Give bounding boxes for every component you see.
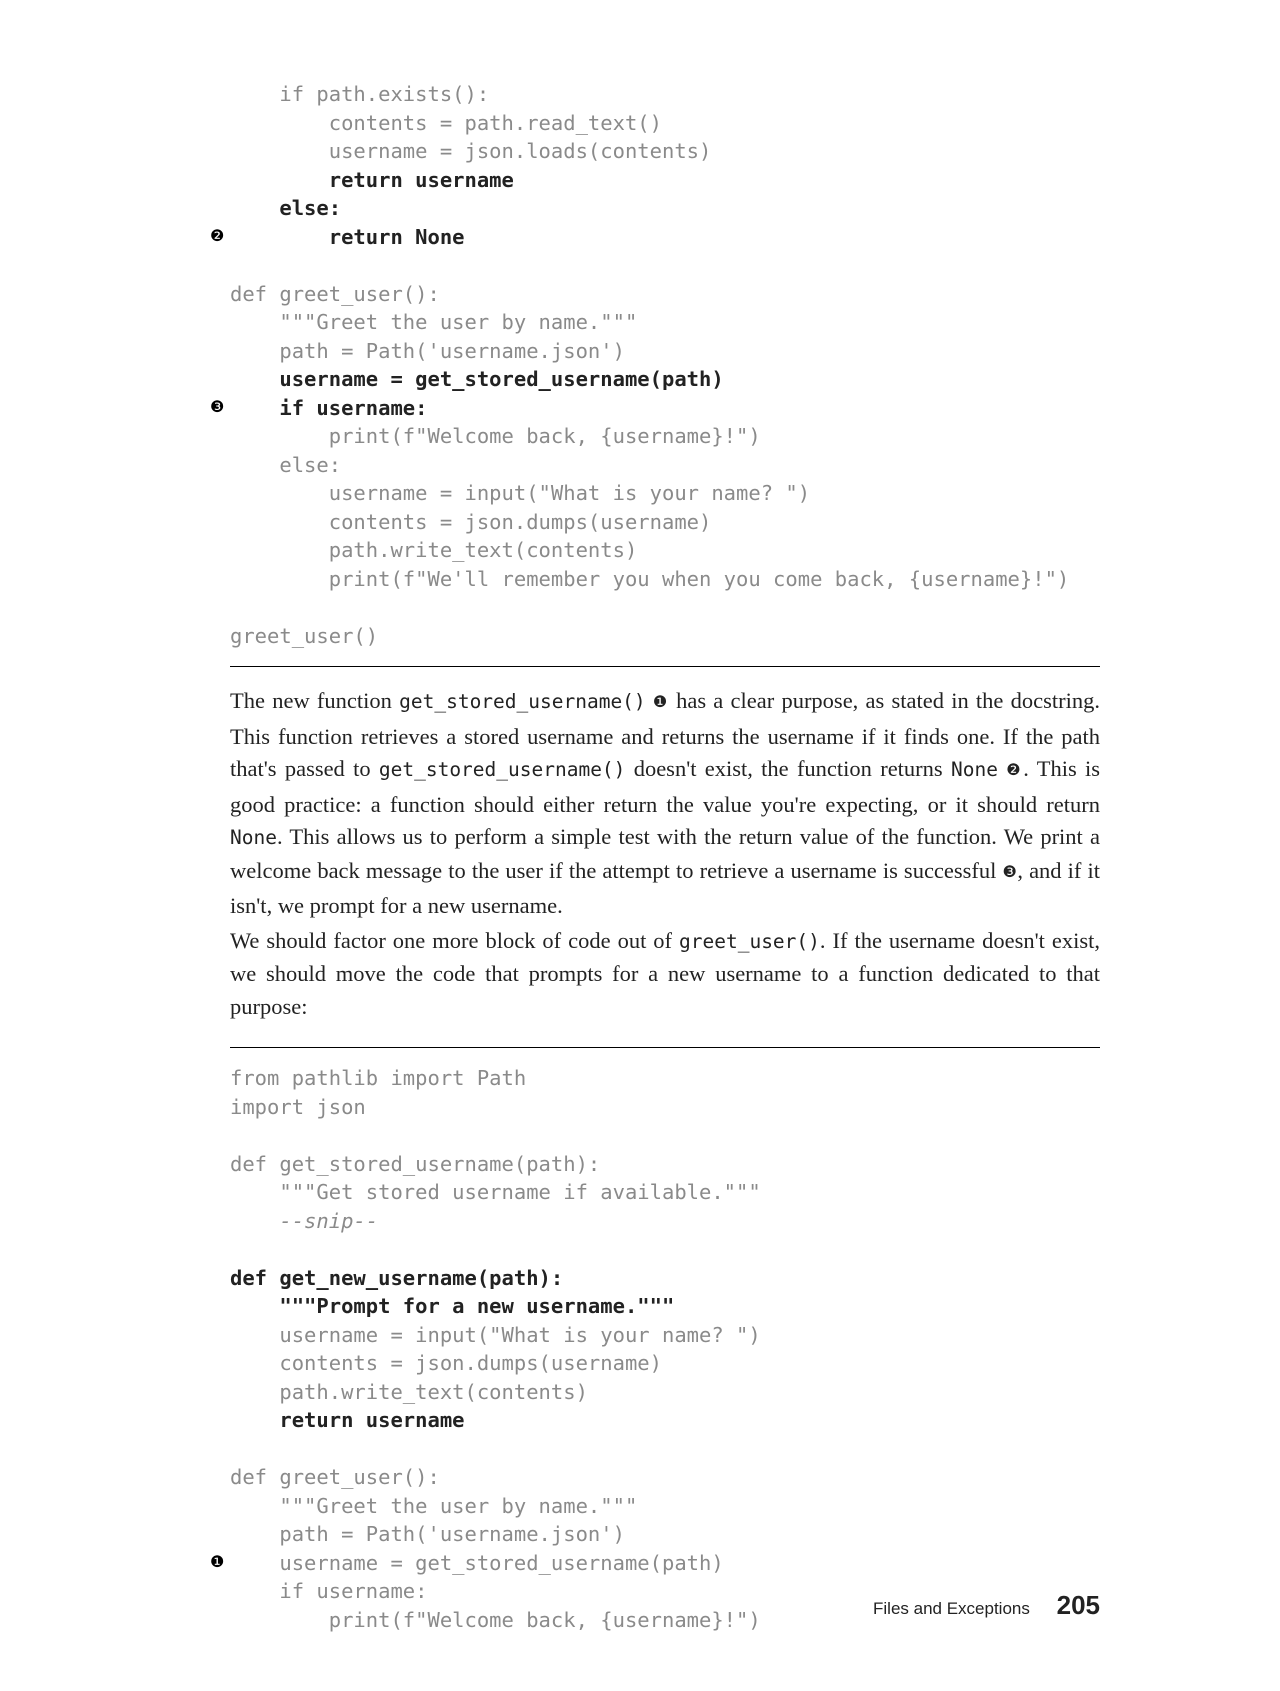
text: We should factor one more block of code … [230,928,679,953]
code-line: contents = json.dumps(username) [230,1349,1100,1378]
page: if path.exists(): contents = path.read_t… [0,0,1280,1691]
page-number: 205 [1057,1590,1100,1620]
code-blank [230,1121,1100,1150]
space [998,756,1006,781]
code-line: else: [230,194,1100,223]
code-line: username = input("What is your name? ") [230,1321,1100,1350]
code-listing-1: if path.exists(): contents = path.read_t… [230,80,1100,667]
code-line: print(f"We'll remember you when you come… [230,565,1100,594]
code-blank [230,1435,1100,1464]
inline-code: get_stored_username() [399,690,646,713]
code-blank [230,1235,1100,1264]
code-bold: username = get_stored_username(path) [230,367,724,391]
text: The new function [230,688,399,713]
callout-marker-2: ❷ [210,223,238,252]
callout-ref-3: ❸ [1003,864,1018,881]
code-bold: return username [230,168,514,192]
code-line: def get_new_username(path): [230,1264,1100,1293]
code-line: contents = path.read_text() [230,109,1100,138]
code-bold: return None [230,225,465,249]
code-line: username = get_stored_username(path) [230,365,1100,394]
paragraph-2: We should factor one more block of code … [230,925,1100,1024]
code-line: return username [230,1406,1100,1435]
callout-ref-2: ❷ [1006,762,1023,779]
code-bold: if username: [230,396,427,420]
code-line: """Get stored username if available.""" [230,1178,1100,1207]
code-line: path = Path('username.json') [230,337,1100,366]
code-line: username = json.loads(contents) [230,137,1100,166]
code-listing-2: from pathlib import Path import json def… [230,1047,1100,1650]
code-text: username = get_stored_username(path) [230,1551,724,1575]
code-line: else: [230,451,1100,480]
code-blank [230,593,1100,622]
code-line: from pathlib import Path [230,1064,1100,1093]
text: doesn't exist, the function returns [625,756,951,781]
code-bold: return username [230,1408,465,1432]
code-line: path.write_text(contents) [230,1378,1100,1407]
page-footer: Files and Exceptions 205 [873,1590,1100,1621]
code-line: contents = json.dumps(username) [230,508,1100,537]
chapter-title: Files and Exceptions [873,1599,1030,1618]
code-line: --snip-- [230,1207,1100,1236]
code-blank [230,251,1100,280]
callout-marker-3: ❸ [210,394,238,423]
code-indent [230,1209,279,1233]
inline-code: None [230,826,277,849]
code-line: greet_user() [230,622,1100,651]
code-bold: def get_new_username(path): [230,1266,563,1290]
snip-marker: --snip-- [279,1209,378,1233]
callout-marker-1: ❶ [210,1549,238,1578]
inline-code: None [951,758,998,781]
paragraph-1: The new function get_stored_username() ❶… [230,685,1100,923]
code-line: ❶ username = get_stored_username(path) [230,1549,1100,1578]
code-line: path = Path('username.json') [230,1520,1100,1549]
code-line: def greet_user(): [230,280,1100,309]
code-line: ❸ if username: [230,394,1100,423]
code-bold: """Prompt for a new username.""" [230,1294,674,1318]
text: . This allows us to perform a simple tes… [230,824,1100,883]
code-line: """Greet the user by name.""" [230,308,1100,337]
code-line: path.write_text(contents) [230,536,1100,565]
inline-code: greet_user() [679,930,820,953]
callout-ref-1: ❶ [653,694,669,711]
inline-code: get_stored_username() [379,758,626,781]
body-text: The new function get_stored_username() ❶… [230,685,1100,1023]
code-line: import json [230,1093,1100,1122]
code-line: def greet_user(): [230,1463,1100,1492]
code-line: ❷ return None [230,223,1100,252]
code-line: def get_stored_username(path): [230,1150,1100,1179]
code-line: """Greet the user by name.""" [230,1492,1100,1521]
code-line: """Prompt for a new username.""" [230,1292,1100,1321]
code-bold: else: [230,196,341,220]
code-line: return username [230,166,1100,195]
space [646,688,653,713]
code-line: username = input("What is your name? ") [230,479,1100,508]
code-line: if path.exists(): [230,80,1100,109]
code-line: print(f"Welcome back, {username}!") [230,422,1100,451]
